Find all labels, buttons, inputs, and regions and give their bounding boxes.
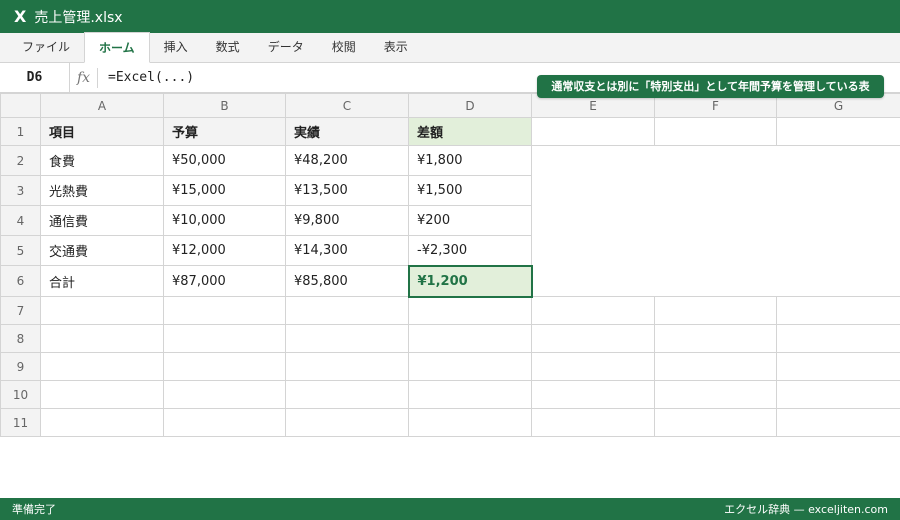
window-title: 売上管理.xlsx xyxy=(34,9,123,26)
cell-a4[interactable]: 通信費 xyxy=(40,205,164,236)
cell-d9[interactable] xyxy=(408,352,532,381)
cell-d1[interactable]: 差額 xyxy=(408,117,532,146)
formula-input[interactable]: =Excel(...) xyxy=(98,70,194,85)
cell-d2[interactable]: ¥1,800 xyxy=(408,145,532,176)
cell-b3[interactable]: ¥15,000 xyxy=(163,175,286,206)
row-header-1[interactable]: 1 xyxy=(0,117,41,146)
cell-a8[interactable] xyxy=(40,324,164,353)
cell-a2[interactable]: 食費 xyxy=(40,145,164,176)
cell-d6-selected[interactable]: ¥1,200 xyxy=(407,264,533,298)
cell-f1[interactable] xyxy=(654,117,777,146)
cell-b7[interactable] xyxy=(163,296,286,325)
cell-e9[interactable] xyxy=(531,352,655,381)
cell-c5[interactable]: ¥14,300 xyxy=(285,235,409,266)
cell-g9[interactable] xyxy=(776,352,900,381)
cell-d4[interactable]: ¥200 xyxy=(408,205,532,236)
select-all-corner[interactable] xyxy=(0,93,41,118)
row-header-9[interactable]: 9 xyxy=(0,352,41,381)
cell-a7[interactable] xyxy=(40,296,164,325)
cell-e11[interactable] xyxy=(531,408,655,437)
tab-insert[interactable]: 挿入 xyxy=(150,32,202,62)
cell-f7[interactable] xyxy=(654,296,777,325)
column-header-b[interactable]: B xyxy=(163,93,286,118)
cell-c1[interactable]: 実績 xyxy=(285,117,409,146)
status-bar: 準備完了 エクセル辞典 — exceljiten.com xyxy=(0,498,900,520)
tab-file[interactable]: ファイル xyxy=(8,32,84,62)
cell-a11[interactable] xyxy=(40,408,164,437)
cell-g10[interactable] xyxy=(776,380,900,409)
cell-c4[interactable]: ¥9,800 xyxy=(285,205,409,236)
cell-c11[interactable] xyxy=(285,408,409,437)
cell-b6[interactable]: ¥87,000 xyxy=(163,265,286,297)
cell-a10[interactable] xyxy=(40,380,164,409)
cell-g11[interactable] xyxy=(776,408,900,437)
cell-e7[interactable] xyxy=(531,296,655,325)
name-box[interactable]: D6 xyxy=(0,62,70,93)
cell-b2[interactable]: ¥50,000 xyxy=(163,145,286,176)
cell-a3[interactable]: 光熱費 xyxy=(40,175,164,206)
cell-a1[interactable]: 項目 xyxy=(40,117,164,146)
cell-b8[interactable] xyxy=(163,324,286,353)
cell-c3[interactable]: ¥13,500 xyxy=(285,175,409,206)
status-text: 準備完了 xyxy=(12,503,56,516)
cell-b9[interactable] xyxy=(163,352,286,381)
column-header-a[interactable]: A xyxy=(40,93,164,118)
tab-home[interactable]: ホーム xyxy=(84,32,150,63)
cell-e10[interactable] xyxy=(531,380,655,409)
row-header-5[interactable]: 5 xyxy=(0,235,41,266)
row-header-8[interactable]: 8 xyxy=(0,324,41,353)
ribbon-tabs: ファイル ホーム 挿入 数式 データ 校閲 表示 xyxy=(0,32,900,63)
column-header-c[interactable]: C xyxy=(285,93,409,118)
cell-f8[interactable] xyxy=(654,324,777,353)
row-header-4[interactable]: 4 xyxy=(0,205,41,236)
cell-d5[interactable]: -¥2,300 xyxy=(408,235,532,266)
cell-c7[interactable] xyxy=(285,296,409,325)
cell-b4[interactable]: ¥10,000 xyxy=(163,205,286,236)
cell-d8[interactable] xyxy=(408,324,532,353)
cell-c10[interactable] xyxy=(285,380,409,409)
cell-b11[interactable] xyxy=(163,408,286,437)
row-header-2[interactable]: 2 xyxy=(0,145,41,176)
row-header-6[interactable]: 6 xyxy=(0,265,41,297)
cell-g1[interactable] xyxy=(776,117,900,146)
cell-c6[interactable]: ¥85,800 xyxy=(285,265,409,297)
cell-c9[interactable] xyxy=(285,352,409,381)
tab-review[interactable]: 校閲 xyxy=(318,32,370,62)
spreadsheet-grid: A B C D E F G 1 項目 予算 実績 差額 2 食費 ¥50,000… xyxy=(0,93,900,437)
cell-b5[interactable]: ¥12,000 xyxy=(163,235,286,266)
cell-d10[interactable] xyxy=(408,380,532,409)
cell-f10[interactable] xyxy=(654,380,777,409)
annotation-callout: 通常収支とは別に「特別支出」として年間予算を管理している表 xyxy=(537,75,884,98)
fx-icon[interactable]: fx xyxy=(70,67,98,88)
cell-f9[interactable] xyxy=(654,352,777,381)
tab-view[interactable]: 表示 xyxy=(370,32,422,62)
row-header-11[interactable]: 11 xyxy=(0,408,41,437)
empty-region xyxy=(531,145,900,297)
cell-c8[interactable] xyxy=(285,324,409,353)
excel-logo-icon: X xyxy=(14,7,27,26)
cell-c2[interactable]: ¥48,200 xyxy=(285,145,409,176)
cell-e1[interactable] xyxy=(531,117,655,146)
tab-formulas[interactable]: 数式 xyxy=(202,32,254,62)
row-header-3[interactable]: 3 xyxy=(0,175,41,206)
cell-f11[interactable] xyxy=(654,408,777,437)
cell-b10[interactable] xyxy=(163,380,286,409)
cell-d3[interactable]: ¥1,500 xyxy=(408,175,532,206)
cell-a5[interactable]: 交通費 xyxy=(40,235,164,266)
cell-g8[interactable] xyxy=(776,324,900,353)
cell-b1[interactable]: 予算 xyxy=(163,117,286,146)
column-header-d[interactable]: D xyxy=(408,93,532,118)
cell-a9[interactable] xyxy=(40,352,164,381)
row-header-7[interactable]: 7 xyxy=(0,296,41,325)
cell-a6[interactable]: 合計 xyxy=(40,265,164,297)
cell-e8[interactable] xyxy=(531,324,655,353)
tab-data[interactable]: データ xyxy=(254,32,318,62)
cell-d7[interactable] xyxy=(408,296,532,325)
cell-d11[interactable] xyxy=(408,408,532,437)
title-bar: X 売上管理.xlsx xyxy=(0,0,900,33)
site-credit: エクセル辞典 — exceljiten.com xyxy=(724,503,888,516)
cell-g7[interactable] xyxy=(776,296,900,325)
row-header-10[interactable]: 10 xyxy=(0,380,41,409)
